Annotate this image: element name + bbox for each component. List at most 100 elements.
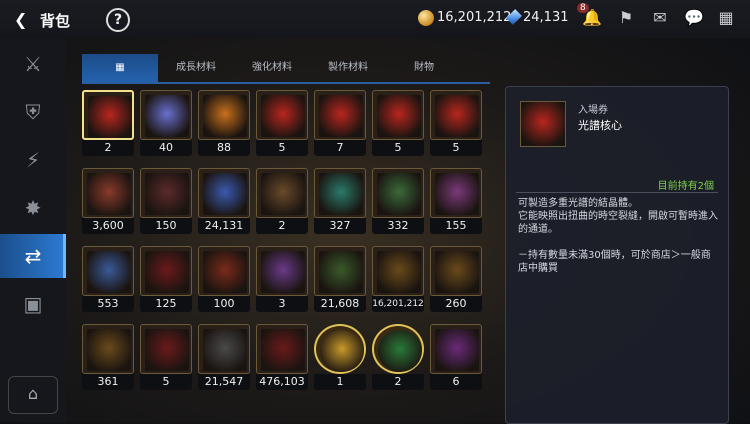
inventory-slot[interactable]: 5 bbox=[372, 90, 424, 156]
item-icon bbox=[435, 329, 479, 371]
inventory-slot[interactable]: 260 bbox=[430, 246, 482, 312]
inventory-slot[interactable]: 361 bbox=[82, 324, 134, 390]
item-icon bbox=[435, 95, 479, 137]
slot-frame bbox=[256, 90, 308, 140]
item-count: 21,608 bbox=[314, 296, 366, 312]
slot-frame bbox=[198, 168, 250, 218]
sidebar: ⚔ ⛨ ⚡ ✸ ⇄ ▣ ⌂ bbox=[0, 38, 66, 422]
item-detail-panel: 入場券 光譜核心 目前持有2個 可製造多重光譜的結晶體。 它能映照出扭曲的時空裂… bbox=[505, 86, 729, 424]
item-count: 553 bbox=[82, 296, 134, 312]
item-count: 7 bbox=[314, 140, 366, 156]
slot-frame bbox=[372, 90, 424, 140]
item-count: 361 bbox=[82, 374, 134, 390]
equipment-icon: ⚔ bbox=[24, 52, 42, 76]
item-icon bbox=[145, 251, 189, 293]
item-count: 327 bbox=[314, 218, 366, 234]
inventory-slot[interactable]: 88 bbox=[198, 90, 250, 156]
item-count: 260 bbox=[430, 296, 482, 312]
inventory-slot[interactable]: 6 bbox=[430, 324, 482, 390]
inventory-slot[interactable]: 327 bbox=[314, 168, 366, 234]
tab-crafting[interactable]: 製作材料 bbox=[310, 54, 386, 82]
inventory-slot[interactable]: 3 bbox=[256, 246, 308, 312]
item-count: 2 bbox=[372, 374, 424, 390]
tab-enhance[interactable]: 強化材料 bbox=[234, 54, 310, 82]
slot-frame bbox=[140, 90, 192, 140]
item-icon bbox=[203, 95, 247, 137]
help-button[interactable]: ? bbox=[106, 8, 130, 32]
inventory-slot[interactable]: 150 bbox=[140, 168, 192, 234]
item-icon bbox=[319, 173, 363, 215]
item-icon bbox=[87, 173, 131, 215]
inventory-slot[interactable]: 155 bbox=[430, 168, 482, 234]
inventory-slot[interactable]: 2 bbox=[82, 90, 134, 156]
inventory-slot[interactable]: 21,547 bbox=[198, 324, 250, 390]
inventory-slot[interactable]: 125 bbox=[140, 246, 192, 312]
gold-amount: 16,201,212 bbox=[437, 10, 512, 25]
guild-icon[interactable]: ⚑ bbox=[616, 9, 636, 27]
sidebar-item-skill[interactable]: ⚡ bbox=[0, 138, 66, 182]
inventory-slot[interactable]: 3,600 bbox=[82, 168, 134, 234]
item-count: 21,547 bbox=[198, 374, 250, 390]
inventory-slot[interactable]: 1 bbox=[314, 324, 366, 390]
item-icon bbox=[377, 173, 421, 215]
menu-grid-icon[interactable]: ▦ bbox=[716, 9, 736, 27]
page-title: 背包 bbox=[40, 12, 71, 30]
inventory-slot[interactable]: 5 bbox=[256, 90, 308, 156]
slot-frame bbox=[198, 90, 250, 140]
tab-growth[interactable]: 成長材料 bbox=[158, 54, 234, 82]
detail-hold-count: 目前持有2個 bbox=[657, 181, 714, 192]
inventory-slot[interactable]: 40 bbox=[140, 90, 192, 156]
back-arrow-icon[interactable]: ❮ bbox=[14, 10, 27, 29]
slot-frame bbox=[314, 324, 366, 374]
item-count: 1 bbox=[314, 374, 366, 390]
slot-frame bbox=[314, 90, 366, 140]
item-count: 40 bbox=[140, 140, 192, 156]
inventory-slot[interactable]: 5 bbox=[430, 90, 482, 156]
inventory-slot[interactable]: 100 bbox=[198, 246, 250, 312]
item-icon bbox=[145, 95, 189, 137]
item-icon bbox=[203, 251, 247, 293]
sidebar-item-materials[interactable]: ⇄ bbox=[0, 234, 66, 278]
chat-icon[interactable]: 💬 bbox=[684, 9, 704, 27]
inventory-grid: 2 40 88 5 7 5 5 3,600 150 24,131 2 327 332 155 553 125 1… bbox=[82, 90, 492, 422]
slot-frame bbox=[82, 246, 134, 296]
item-count: 3 bbox=[256, 296, 308, 312]
inventory-slot[interactable]: 7 bbox=[314, 90, 366, 156]
inventory-slot[interactable]: 2 bbox=[372, 324, 424, 390]
slot-frame bbox=[372, 168, 424, 218]
item-count: 150 bbox=[140, 218, 192, 234]
slot-frame bbox=[256, 168, 308, 218]
inventory-slot[interactable]: 24,131 bbox=[198, 168, 250, 234]
item-count: 5 bbox=[256, 140, 308, 156]
item-icon bbox=[320, 330, 364, 372]
inventory-slot[interactable]: 21,608 bbox=[314, 246, 366, 312]
detail-item-icon bbox=[520, 101, 566, 147]
slot-frame bbox=[140, 324, 192, 374]
sidebar-item-chest[interactable]: ▣ bbox=[0, 282, 66, 326]
storage-button[interactable]: ⌂ bbox=[8, 376, 58, 414]
item-count: 2 bbox=[82, 140, 134, 156]
sidebar-item-shield[interactable]: ⛨ bbox=[0, 90, 66, 134]
item-icon bbox=[435, 251, 479, 293]
sidebar-item-effect[interactable]: ✸ bbox=[0, 186, 66, 230]
slot-frame bbox=[82, 324, 134, 374]
inventory-slot[interactable]: 5 bbox=[140, 324, 192, 390]
detail-name: 光譜核心 bbox=[578, 119, 622, 132]
slot-frame bbox=[82, 90, 134, 140]
inventory-slot[interactable]: 476,103 bbox=[256, 324, 308, 390]
item-icon bbox=[319, 251, 363, 293]
item-icon bbox=[88, 96, 132, 138]
tab-valuables[interactable]: 財物 bbox=[386, 54, 462, 82]
inventory-slot[interactable]: 332 bbox=[372, 168, 424, 234]
sidebar-item-equipment[interactable]: ⚔ bbox=[0, 42, 66, 86]
item-count: 5 bbox=[372, 140, 424, 156]
notification-badge: 8 bbox=[577, 3, 589, 13]
inventory-slot[interactable]: 2 bbox=[256, 168, 308, 234]
tab-all[interactable]: ▦ bbox=[82, 54, 158, 82]
inventory-slot[interactable]: 553 bbox=[82, 246, 134, 312]
inventory-slot[interactable]: 16,201,212 bbox=[372, 246, 424, 312]
item-count: 100 bbox=[198, 296, 250, 312]
detail-category: 入場券 bbox=[578, 105, 608, 116]
mail-icon[interactable]: ✉ bbox=[650, 9, 670, 27]
gold-coin-icon bbox=[418, 10, 434, 26]
